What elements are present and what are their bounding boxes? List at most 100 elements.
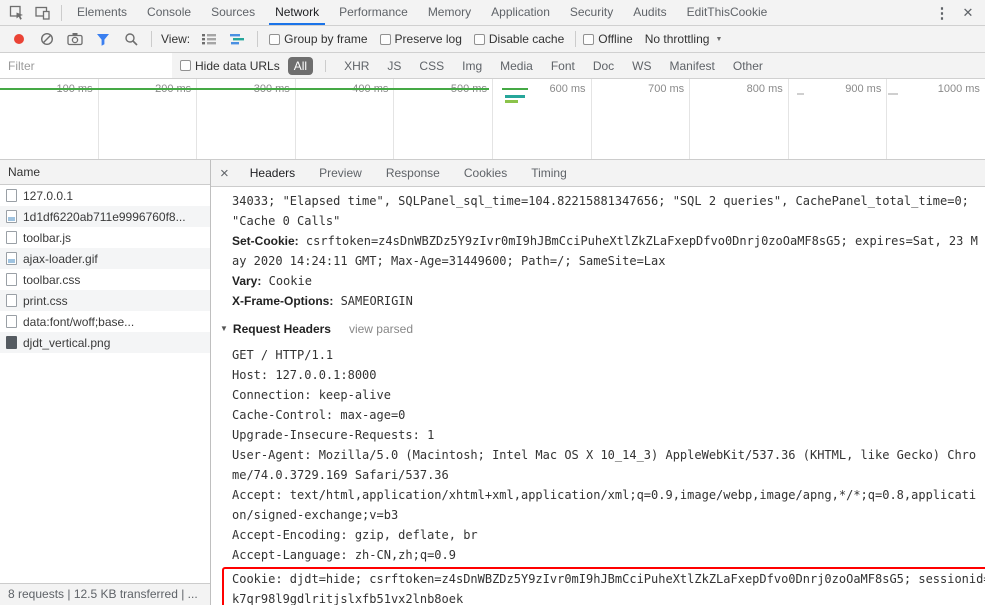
tab-audits[interactable]: Audits [623, 0, 676, 25]
timeline-tick-label: 600 ms [549, 83, 586, 95]
throttling-dropdown[interactable]: No throttling ▼ [645, 32, 723, 46]
record-network-log-icon[interactable] [6, 27, 32, 51]
request-headers-title: Request Headers [232, 322, 331, 336]
name-column-header[interactable]: Name [0, 160, 210, 185]
request-header-line: GET / HTTP/1.1 [232, 348, 334, 362]
tab-console[interactable]: Console [137, 0, 201, 25]
checkbox-offline[interactable]: Offline [583, 32, 633, 46]
main-tabbar-tabs: Elements Console Sources Network Performance… [67, 0, 929, 25]
filter-pill-doc[interactable]: Doc [587, 57, 620, 75]
inspect-element-icon[interactable] [4, 1, 30, 25]
checkbox-hide-data-urls[interactable]: Hide data URLs [180, 59, 280, 73]
request-name: ajax-loader.gif [23, 251, 98, 266]
details-tab-response[interactable]: Response [374, 160, 452, 186]
request-name: toolbar.js [23, 230, 72, 245]
checkbox-box [583, 33, 595, 45]
timeline-green-line [0, 88, 489, 90]
request-row[interactable]: print.css [0, 290, 210, 311]
more-menu-icon[interactable]: ⋮ [929, 1, 955, 25]
timeline-request-bar [505, 100, 518, 103]
tab-performance[interactable]: Performance [329, 0, 418, 25]
details-tab-headers[interactable]: Headers [238, 160, 307, 186]
close-devtools-icon[interactable]: ✕ [955, 1, 981, 25]
checkbox-box [379, 33, 391, 45]
filter-pill-ws[interactable]: WS [626, 57, 657, 75]
response-headers-block: 34033; "Elapsed time", SQLPanel_sql_time… [232, 191, 981, 311]
device-toolbar-icon[interactable] [30, 1, 56, 25]
request-name: data:font/woff;base... [23, 314, 135, 329]
network-overview-timeline[interactable]: 100 ms200 ms300 ms400 ms500 ms 600 ms 700 … [0, 79, 985, 160]
timeline-tick-label: 100 ms [0, 79, 98, 95]
tab-security[interactable]: Security [560, 0, 623, 25]
request-row[interactable]: ajax-loader.gif [0, 248, 210, 269]
filter-pill-xhr[interactable]: XHR [338, 57, 375, 75]
details-tab-preview[interactable]: Preview [307, 160, 374, 186]
request-name: djdt_vertical.png [23, 335, 111, 350]
document-icon [6, 189, 17, 202]
separator [325, 59, 327, 72]
image-icon [6, 252, 17, 265]
request-header-line: Cache-Control: max-age=0 [232, 408, 406, 422]
checkbox-group-by-frame[interactable]: Group by frame [269, 32, 368, 46]
filter-funnel-icon[interactable] [90, 27, 116, 51]
view-parsed-link[interactable]: view parsed [349, 319, 413, 339]
separator [151, 31, 152, 47]
filter-pill-font[interactable]: Font [545, 57, 581, 75]
tab-elements[interactable]: Elements [67, 0, 137, 25]
search-icon[interactable] [118, 27, 144, 51]
filter-pill-other[interactable]: Other [727, 57, 769, 75]
record-dot [14, 34, 24, 44]
tab-application[interactable]: Application [481, 0, 560, 25]
header-name: X-Frame-Options: [232, 294, 334, 308]
response-header-line: Vary: Cookie [232, 271, 981, 291]
request-row[interactable]: djdt_vertical.png [0, 332, 210, 353]
large-request-rows-icon[interactable] [196, 27, 222, 51]
close-details-icon[interactable]: × [211, 165, 238, 182]
checkbox-preserve-log[interactable]: Preserve log [379, 32, 462, 46]
toolbar-checkbox-group: Group by frame Preserve log Disable cache [269, 32, 564, 46]
network-main: Name 127.0.0.1 1d1df6220ab711e9996760f8..… [0, 160, 985, 605]
timeline-tick-label: 400 ms [296, 79, 394, 95]
timeline-cell: 600 ms [493, 79, 592, 159]
clear-icon[interactable] [34, 27, 60, 51]
main-tabbar: Elements Console Sources Network Performance… [0, 0, 985, 26]
response-header-line: 34033; "Elapsed time", SQLPanel_sql_time… [232, 191, 981, 231]
timeline-cell: 700 ms [592, 79, 691, 159]
details-tab-cookies[interactable]: Cookies [452, 160, 519, 186]
checkbox-disable-cache[interactable]: Disable cache [473, 32, 564, 46]
show-overview-icon[interactable] [224, 27, 250, 51]
filter-pill-css[interactable]: CSS [413, 57, 450, 75]
request-header-line: Upgrade-Insecure-Requests: 1 [232, 428, 435, 442]
stylesheet-icon [6, 294, 17, 307]
request-row[interactable]: 1d1df6220ab711e9996760f8... [0, 206, 210, 227]
tab-memory[interactable]: Memory [418, 0, 481, 25]
cookie-header-line: Cookie: djdt=hide; csrftoken=z4sDnWBZDz5… [232, 572, 985, 605]
tab-editthiscookie[interactable]: EditThisCookie [677, 0, 778, 25]
timeline-tick-label: 800 ms [746, 83, 783, 95]
request-header-line: Accept-Language: zh-CN,zh;q=0.9 [232, 548, 456, 562]
filter-pill-manifest[interactable]: Manifest [664, 57, 721, 75]
font-icon [6, 315, 17, 328]
request-row[interactable]: toolbar.css [0, 269, 210, 290]
filter-input[interactable] [0, 53, 172, 78]
tab-network[interactable]: Network [265, 0, 329, 25]
filter-pill-js[interactable]: JS [381, 57, 407, 75]
capture-screenshots-icon[interactable] [62, 27, 88, 51]
timeline-cell: 300 ms [197, 79, 296, 159]
headers-panel: 34033; "Elapsed time", SQLPanel_sql_time… [211, 187, 985, 605]
timeline-tick-label: 1000 ms [937, 83, 980, 95]
chevron-down-icon: ▼ [715, 35, 723, 43]
filter-pill-all[interactable]: All [287, 56, 314, 75]
timeline-cell: 900 ms [789, 79, 888, 159]
filter-pill-img[interactable]: Img [456, 57, 488, 75]
triangle-down-icon[interactable]: ▼ [220, 319, 228, 339]
checkbox-box [473, 33, 485, 45]
separator [257, 31, 259, 47]
request-name: toolbar.css [23, 272, 81, 287]
request-row[interactable]: toolbar.js [0, 227, 210, 248]
filter-pill-media[interactable]: Media [494, 57, 539, 75]
details-tab-timing[interactable]: Timing [519, 160, 579, 186]
request-row[interactable]: 127.0.0.1 [0, 185, 210, 206]
request-row[interactable]: data:font/woff;base... [0, 311, 210, 332]
tab-sources[interactable]: Sources [201, 0, 265, 25]
